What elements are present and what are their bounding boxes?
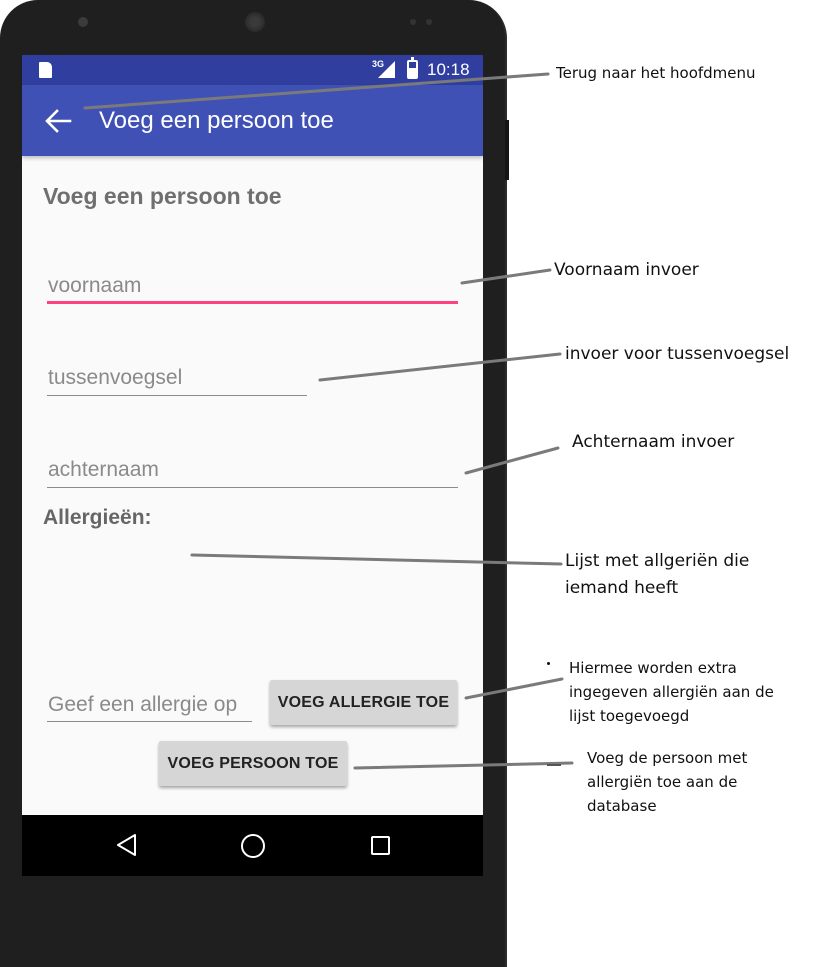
achternaam-input[interactable]	[47, 452, 458, 488]
annotation-voornaam: Voornaam invoer	[554, 260, 699, 280]
add-person-button[interactable]: VOEG PERSOON TOE	[159, 741, 347, 786]
annotation-back: Terug naar het hoofdmenu	[556, 64, 756, 82]
back-triangle-icon[interactable]	[115, 833, 137, 857]
allergy-list[interactable]	[43, 540, 463, 670]
back-arrow-icon[interactable]	[44, 108, 72, 134]
earpiece-speaker	[245, 12, 265, 32]
allergie-underline	[47, 721, 252, 722]
annotation-bullet	[547, 662, 550, 665]
voornaam-input[interactable]	[47, 268, 458, 304]
annotation-tussenvoegsel: invoer voor tussenvoegsel	[565, 344, 790, 364]
navigation-bar	[22, 815, 483, 876]
tussenvoegsel-underline	[47, 395, 307, 396]
status-time: 10:18	[427, 60, 470, 79]
home-circle-icon[interactable]	[241, 834, 265, 858]
allergie-input[interactable]	[47, 688, 252, 722]
proximity-sensor	[410, 19, 416, 25]
allergie-field[interactable]	[47, 688, 252, 722]
annotation-allergy-list: Lijst met allgeriën die iemand heeft	[565, 551, 750, 598]
annotation-add-person: Voeg de persoon met allergiën toe aan de…	[587, 749, 748, 815]
app-toolbar: Voeg een persoon toe	[22, 85, 483, 156]
signal-icon	[378, 61, 395, 78]
tussenvoegsel-input[interactable]	[47, 360, 307, 396]
voornaam-field[interactable]	[47, 268, 458, 304]
status-bar: 3G 10:18	[22, 55, 483, 85]
battery-icon	[407, 57, 418, 79]
achternaam-field[interactable]	[47, 452, 458, 488]
front-camera	[78, 17, 88, 27]
achternaam-underline	[47, 487, 458, 488]
phone-side-button	[505, 120, 509, 180]
recents-square-icon[interactable]	[371, 836, 390, 855]
light-sensor	[426, 19, 432, 25]
annotation-achternaam: Achternaam invoer	[572, 432, 735, 452]
toolbar-title: Voeg een persoon toe	[99, 107, 334, 134]
phone-frame: 3G 10:18 Voeg een persoon toe Voeg een p…	[0, 0, 507, 967]
sd-card-icon	[39, 62, 52, 78]
annotation-add-allergy: Hiermee worden extra ingegeven allergiën…	[569, 659, 774, 725]
voornaam-underline	[47, 301, 458, 304]
form-heading: Voeg een persoon toe	[43, 183, 282, 209]
tussenvoegsel-field[interactable]	[47, 360, 307, 396]
annotation-dash	[547, 764, 561, 766]
phone-screen: 3G 10:18 Voeg een persoon toe Voeg een p…	[22, 55, 483, 876]
add-allergy-button[interactable]: VOEG ALLERGIE TOE	[270, 680, 457, 725]
allergies-label: Allergieën:	[43, 506, 152, 529]
